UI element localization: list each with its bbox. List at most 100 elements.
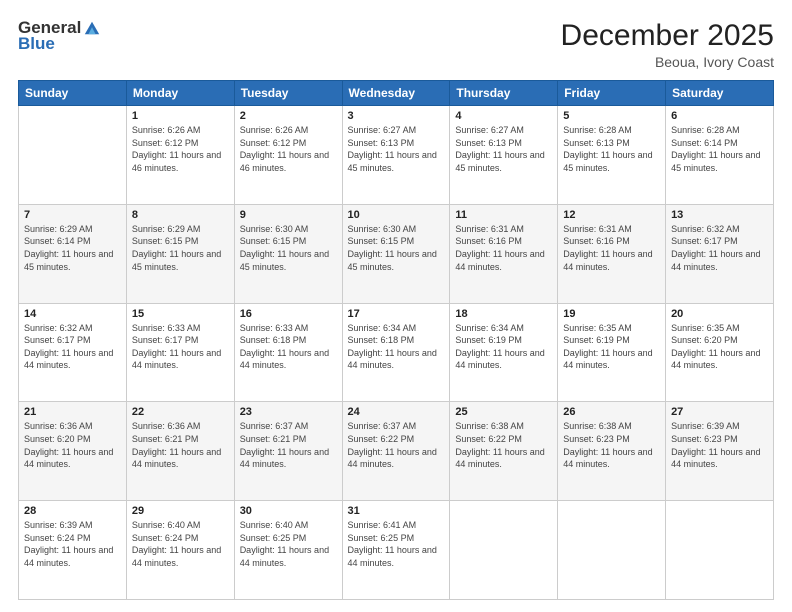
- day-number: 10: [348, 209, 445, 221]
- calendar-cell: 7Sunrise: 6:29 AM Sunset: 6:14 PM Daylig…: [19, 204, 127, 303]
- day-number: 16: [240, 308, 337, 320]
- calendar-cell: 1Sunrise: 6:26 AM Sunset: 6:12 PM Daylig…: [126, 106, 234, 205]
- day-number: 27: [671, 406, 768, 418]
- day-number: 12: [563, 209, 660, 221]
- cell-content: Sunrise: 6:40 AM Sunset: 6:24 PM Dayligh…: [132, 519, 229, 569]
- cell-content: Sunrise: 6:37 AM Sunset: 6:22 PM Dayligh…: [348, 420, 445, 470]
- calendar-cell: 30Sunrise: 6:40 AM Sunset: 6:25 PM Dayli…: [234, 501, 342, 600]
- cell-content: Sunrise: 6:39 AM Sunset: 6:23 PM Dayligh…: [671, 420, 768, 470]
- main-title: December 2025: [561, 18, 774, 54]
- calendar-cell: [558, 501, 666, 600]
- col-header-monday: Monday: [126, 81, 234, 106]
- day-number: 11: [455, 209, 552, 221]
- col-header-saturday: Saturday: [666, 81, 774, 106]
- header: General Blue December 2025 Beoua, Ivory …: [18, 18, 774, 70]
- day-number: 8: [132, 209, 229, 221]
- calendar-cell: [19, 106, 127, 205]
- calendar-cell: 18 Sunrise: 6:34 AM Sunset: 6:19 PM Dayli…: [450, 303, 558, 402]
- cell-content: Sunrise: 6:37 AM Sunset: 6:21 PM Dayligh…: [240, 420, 337, 470]
- cell-content: Sunrise: 6:33 AM Sunset: 6:18 PM Dayligh…: [240, 322, 337, 372]
- calendar-cell: 29 Sunrise: 6:40 AM Sunset: 6:24 PM Dayli…: [126, 501, 234, 600]
- calendar-cell: [450, 501, 558, 600]
- calendar-cell: 22 Sunrise: 6:36 AM Sunset: 6:21 PM Dayli…: [126, 402, 234, 501]
- day-number: 4: [455, 110, 552, 122]
- day-number: 26: [563, 406, 660, 418]
- calendar-table: SundayMondayTuesdayWednesdayThursdayFrid…: [18, 80, 774, 600]
- day-number: 31: [348, 505, 445, 517]
- calendar-cell: 11 Sunrise: 6:31 AM Sunset: 6:16 PM Dayli…: [450, 204, 558, 303]
- calendar-header: SundayMondayTuesdayWednesdayThursdayFrid…: [19, 81, 774, 106]
- header-row: SundayMondayTuesdayWednesdayThursdayFrid…: [19, 81, 774, 106]
- calendar-cell: 5Sunrise: 6:28 AM Sunset: 6:13 PM Daylig…: [558, 106, 666, 205]
- calendar-cell: 15Sunrise: 6:33 AM Sunset: 6:17 PM Dayli…: [126, 303, 234, 402]
- day-number: 17: [348, 308, 445, 320]
- calendar-cell: 19 Sunrise: 6:35 AM Sunset: 6:19 PM Dayli…: [558, 303, 666, 402]
- day-number: 29: [132, 505, 229, 517]
- cell-content: Sunrise: 6:30 AM Sunset: 6:15 PM Dayligh…: [348, 223, 445, 273]
- calendar-cell: 12 Sunrise: 6:31 AM Sunset: 6:16 PM Dayli…: [558, 204, 666, 303]
- cell-content: Sunrise: 6:38 AM Sunset: 6:23 PM Dayligh…: [563, 420, 660, 470]
- day-number: 30: [240, 505, 337, 517]
- calendar-cell: 16 Sunrise: 6:33 AM Sunset: 6:18 PM Dayli…: [234, 303, 342, 402]
- day-number: 28: [24, 505, 121, 517]
- calendar-cell: [666, 501, 774, 600]
- cell-content: Sunrise: 6:29 AM Sunset: 6:14 PM Dayligh…: [24, 223, 121, 273]
- day-number: 2: [240, 110, 337, 122]
- day-number: 21: [24, 406, 121, 418]
- calendar-cell: 28 Sunrise: 6:39 AM Sunset: 6:24 PM Dayli…: [19, 501, 127, 600]
- calendar-cell: 27 Sunrise: 6:39 AM Sunset: 6:23 PM Dayli…: [666, 402, 774, 501]
- week-row-4: 21 Sunrise: 6:36 AM Sunset: 6:20 PM Dayli…: [19, 402, 774, 501]
- cell-content: Sunrise: 6:32 AM Sunset: 6:17 PM Dayligh…: [671, 223, 768, 273]
- col-header-sunday: Sunday: [19, 81, 127, 106]
- subtitle: Beoua, Ivory Coast: [561, 54, 774, 70]
- cell-content: Sunrise: 6:34 AM Sunset: 6:19 PM Dayligh…: [455, 322, 552, 372]
- col-header-friday: Friday: [558, 81, 666, 106]
- cell-content: Sunrise: 6:35 AM Sunset: 6:20 PM Dayligh…: [671, 322, 768, 372]
- calendar-cell: 6 Sunrise: 6:28 AM Sunset: 6:14 PM Daylig…: [666, 106, 774, 205]
- cell-content: Sunrise: 6:30 AM Sunset: 6:15 PM Dayligh…: [240, 223, 337, 273]
- day-number: 19: [563, 308, 660, 320]
- week-row-3: 14Sunrise: 6:32 AM Sunset: 6:17 PM Dayli…: [19, 303, 774, 402]
- cell-content: Sunrise: 6:39 AM Sunset: 6:24 PM Dayligh…: [24, 519, 121, 569]
- calendar-cell: 8 Sunrise: 6:29 AM Sunset: 6:15 PM Daylig…: [126, 204, 234, 303]
- cell-content: Sunrise: 6:36 AM Sunset: 6:20 PM Dayligh…: [24, 420, 121, 470]
- day-number: 14: [24, 308, 121, 320]
- day-number: 3: [348, 110, 445, 122]
- week-row-1: 1Sunrise: 6:26 AM Sunset: 6:12 PM Daylig…: [19, 106, 774, 205]
- cell-content: Sunrise: 6:35 AM Sunset: 6:19 PM Dayligh…: [563, 322, 660, 372]
- cell-content: Sunrise: 6:31 AM Sunset: 6:16 PM Dayligh…: [455, 223, 552, 273]
- logo-blue: Blue: [18, 34, 55, 54]
- day-number: 18: [455, 308, 552, 320]
- week-row-5: 28 Sunrise: 6:39 AM Sunset: 6:24 PM Dayli…: [19, 501, 774, 600]
- calendar-cell: 21 Sunrise: 6:36 AM Sunset: 6:20 PM Dayli…: [19, 402, 127, 501]
- day-number: 6: [671, 110, 768, 122]
- day-number: 23: [240, 406, 337, 418]
- cell-content: Sunrise: 6:38 AM Sunset: 6:22 PM Dayligh…: [455, 420, 552, 470]
- calendar-cell: 20Sunrise: 6:35 AM Sunset: 6:20 PM Dayli…: [666, 303, 774, 402]
- calendar-cell: 9Sunrise: 6:30 AM Sunset: 6:15 PM Daylig…: [234, 204, 342, 303]
- calendar-cell: 13 Sunrise: 6:32 AM Sunset: 6:17 PM Dayli…: [666, 204, 774, 303]
- day-number: 24: [348, 406, 445, 418]
- cell-content: Sunrise: 6:28 AM Sunset: 6:14 PM Dayligh…: [671, 124, 768, 174]
- calendar-cell: 26 Sunrise: 6:38 AM Sunset: 6:23 PM Dayli…: [558, 402, 666, 501]
- calendar-cell: 31 Sunrise: 6:41 AM Sunset: 6:25 PM Dayli…: [342, 501, 450, 600]
- day-number: 25: [455, 406, 552, 418]
- day-number: 22: [132, 406, 229, 418]
- cell-content: Sunrise: 6:31 AM Sunset: 6:16 PM Dayligh…: [563, 223, 660, 273]
- col-header-tuesday: Tuesday: [234, 81, 342, 106]
- col-header-wednesday: Wednesday: [342, 81, 450, 106]
- day-number: 13: [671, 209, 768, 221]
- cell-content: Sunrise: 6:26 AM Sunset: 6:12 PM Dayligh…: [132, 124, 229, 174]
- logo-icon: [83, 19, 101, 37]
- cell-content: Sunrise: 6:29 AM Sunset: 6:15 PM Dayligh…: [132, 223, 229, 273]
- calendar-cell: 2 Sunrise: 6:26 AM Sunset: 6:12 PM Daylig…: [234, 106, 342, 205]
- cell-content: Sunrise: 6:28 AM Sunset: 6:13 PM Dayligh…: [563, 124, 660, 174]
- calendar-cell: 24 Sunrise: 6:37 AM Sunset: 6:22 PM Dayli…: [342, 402, 450, 501]
- cell-content: Sunrise: 6:27 AM Sunset: 6:13 PM Dayligh…: [348, 124, 445, 174]
- calendar-cell: 17Sunrise: 6:34 AM Sunset: 6:18 PM Dayli…: [342, 303, 450, 402]
- cell-content: Sunrise: 6:36 AM Sunset: 6:21 PM Dayligh…: [132, 420, 229, 470]
- calendar-body: 1Sunrise: 6:26 AM Sunset: 6:12 PM Daylig…: [19, 106, 774, 600]
- cell-content: Sunrise: 6:26 AM Sunset: 6:12 PM Dayligh…: [240, 124, 337, 174]
- cell-content: Sunrise: 6:41 AM Sunset: 6:25 PM Dayligh…: [348, 519, 445, 569]
- calendar-cell: 25 Sunrise: 6:38 AM Sunset: 6:22 PM Dayli…: [450, 402, 558, 501]
